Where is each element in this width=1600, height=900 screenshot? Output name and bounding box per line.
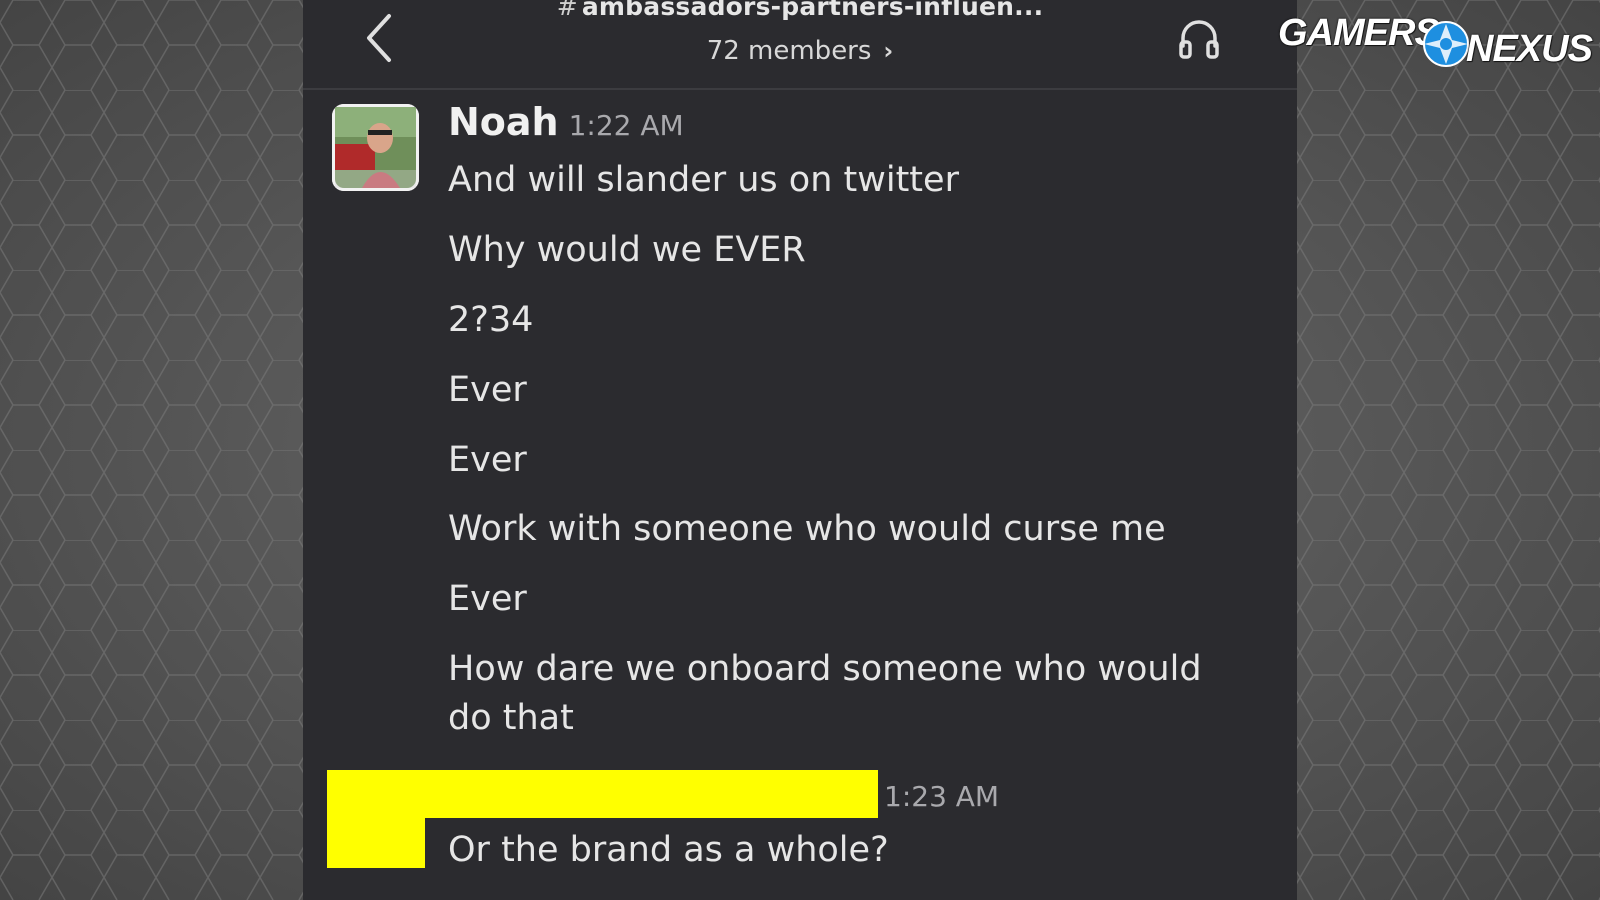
message-line: 2?34 (448, 300, 534, 340)
avatar[interactable] (332, 104, 419, 191)
message-line: How dare we onboard someone who would do… (448, 649, 1202, 738)
slack-channel-view: # ambassadors-partners-influen... 72 memb… (303, 0, 1297, 900)
message-timestamp: 1:22 AM (568, 109, 684, 142)
members-count: 72 members (706, 36, 872, 66)
username[interactable]: Noah (448, 100, 559, 144)
user-photo-icon (332, 104, 419, 191)
channel-title[interactable]: # ambassadors-partners-influen... (303, 0, 1297, 21)
redacted-username-block (327, 770, 878, 818)
message-line: Or the brand as a whole? (448, 830, 889, 870)
channel-name: ambassadors-partners-influen... (581, 0, 1044, 21)
members-link[interactable]: 72 members › (303, 36, 1297, 66)
message-line: Why would we EVER (448, 230, 806, 270)
message-line: Ever (448, 440, 527, 480)
message-timestamp: 1:23 AM (884, 780, 1000, 813)
message-line: Ever (448, 370, 527, 410)
message-header: Noah 1:22 AM (448, 100, 684, 144)
message-line: Ever (448, 579, 527, 619)
headphones-icon (1179, 20, 1219, 59)
huddle-button[interactable] (1176, 16, 1222, 62)
logo-word-nexus: NEXUS (1466, 28, 1593, 70)
message-line: And will slander us on twitter (448, 160, 959, 200)
message-line: Work with someone who would curse me (448, 509, 1166, 549)
chevron-right-icon: › (883, 37, 894, 65)
logo-emblem-icon (1423, 21, 1469, 67)
logo-word-gamers: GAMERS (1278, 12, 1440, 54)
redacted-avatar-block (327, 816, 425, 868)
channel-hash: # (556, 0, 578, 21)
channel-header: # ambassadors-partners-influen... 72 memb… (303, 0, 1297, 90)
